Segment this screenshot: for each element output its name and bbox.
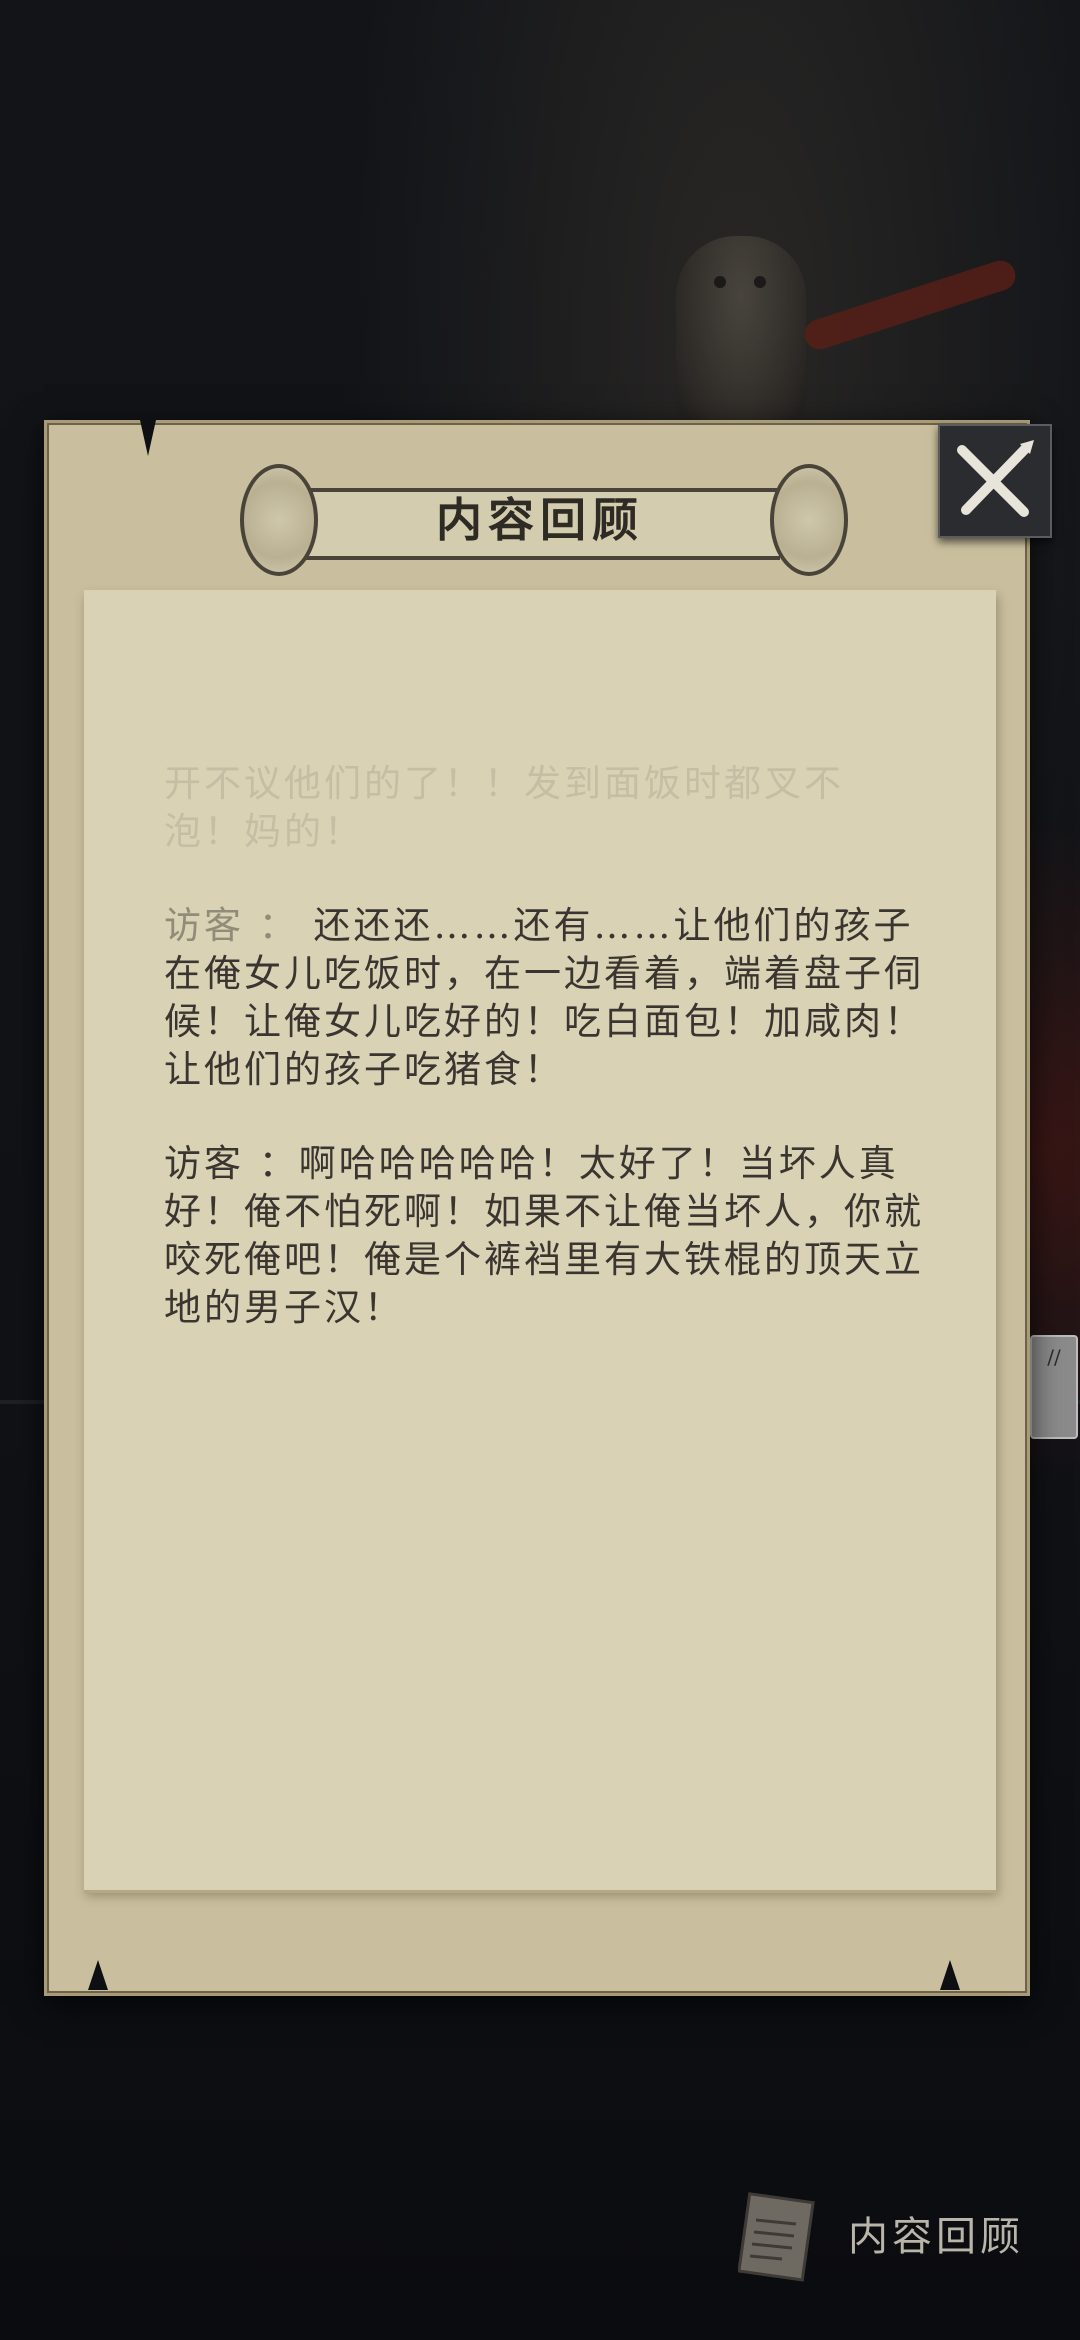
- speaker-name: 访客: [164, 1142, 244, 1185]
- dialogue-text: 泡！妈的！: [164, 810, 364, 853]
- dialogue-entry: 访客 ：啊哈哈哈哈哈！太好了！当坏人真好！俺不怕死啊！如果不让俺当坏人，你就咬死…: [164, 1142, 924, 1329]
- dialog-title: 内容回顾: [436, 493, 644, 547]
- owl-figure: [676, 236, 806, 436]
- title-banner: 内容回顾: [240, 460, 848, 580]
- content-review-label: 内容回顾: [848, 2214, 1024, 2260]
- side-tab[interactable]: //: [1030, 1335, 1078, 1439]
- content-review-button[interactable]: 内容回顾: [737, 2170, 1038, 2300]
- owl-eye-right: [754, 276, 766, 288]
- parchment-tear: [940, 1960, 960, 1990]
- scroll-roll-right: [770, 464, 848, 576]
- dialogue-entry: 开不议他们的了！！发到面饭时都叉不 泡！妈的！: [164, 760, 944, 856]
- dialogue-text: 啊哈哈哈哈哈！太好了！当坏人真好！俺不怕死啊！如果不让俺当坏人，你就咬死俺吧！俺…: [164, 1142, 924, 1329]
- dialogue-text: 开不议他们的了！！发到面饭时都叉不: [164, 762, 844, 805]
- speaker-name: 访客: [164, 904, 244, 947]
- parchment-tear: [88, 1960, 108, 1990]
- dialogue-entry: 访客 ： 还还还……还有……让他们的孩子在俺女儿吃饭时，在一边看着，端着盘子伺候…: [164, 904, 924, 1091]
- parchment-tear: [140, 420, 156, 456]
- scroll-paper-icon: [737, 2190, 816, 2282]
- close-button[interactable]: [938, 424, 1052, 538]
- dialogue-log[interactable]: 开不议他们的了！！发到面饭时都叉不 泡！妈的！ 访客 ： 还还还……还有……让他…: [164, 760, 944, 1400]
- owl-eye-left: [714, 276, 726, 288]
